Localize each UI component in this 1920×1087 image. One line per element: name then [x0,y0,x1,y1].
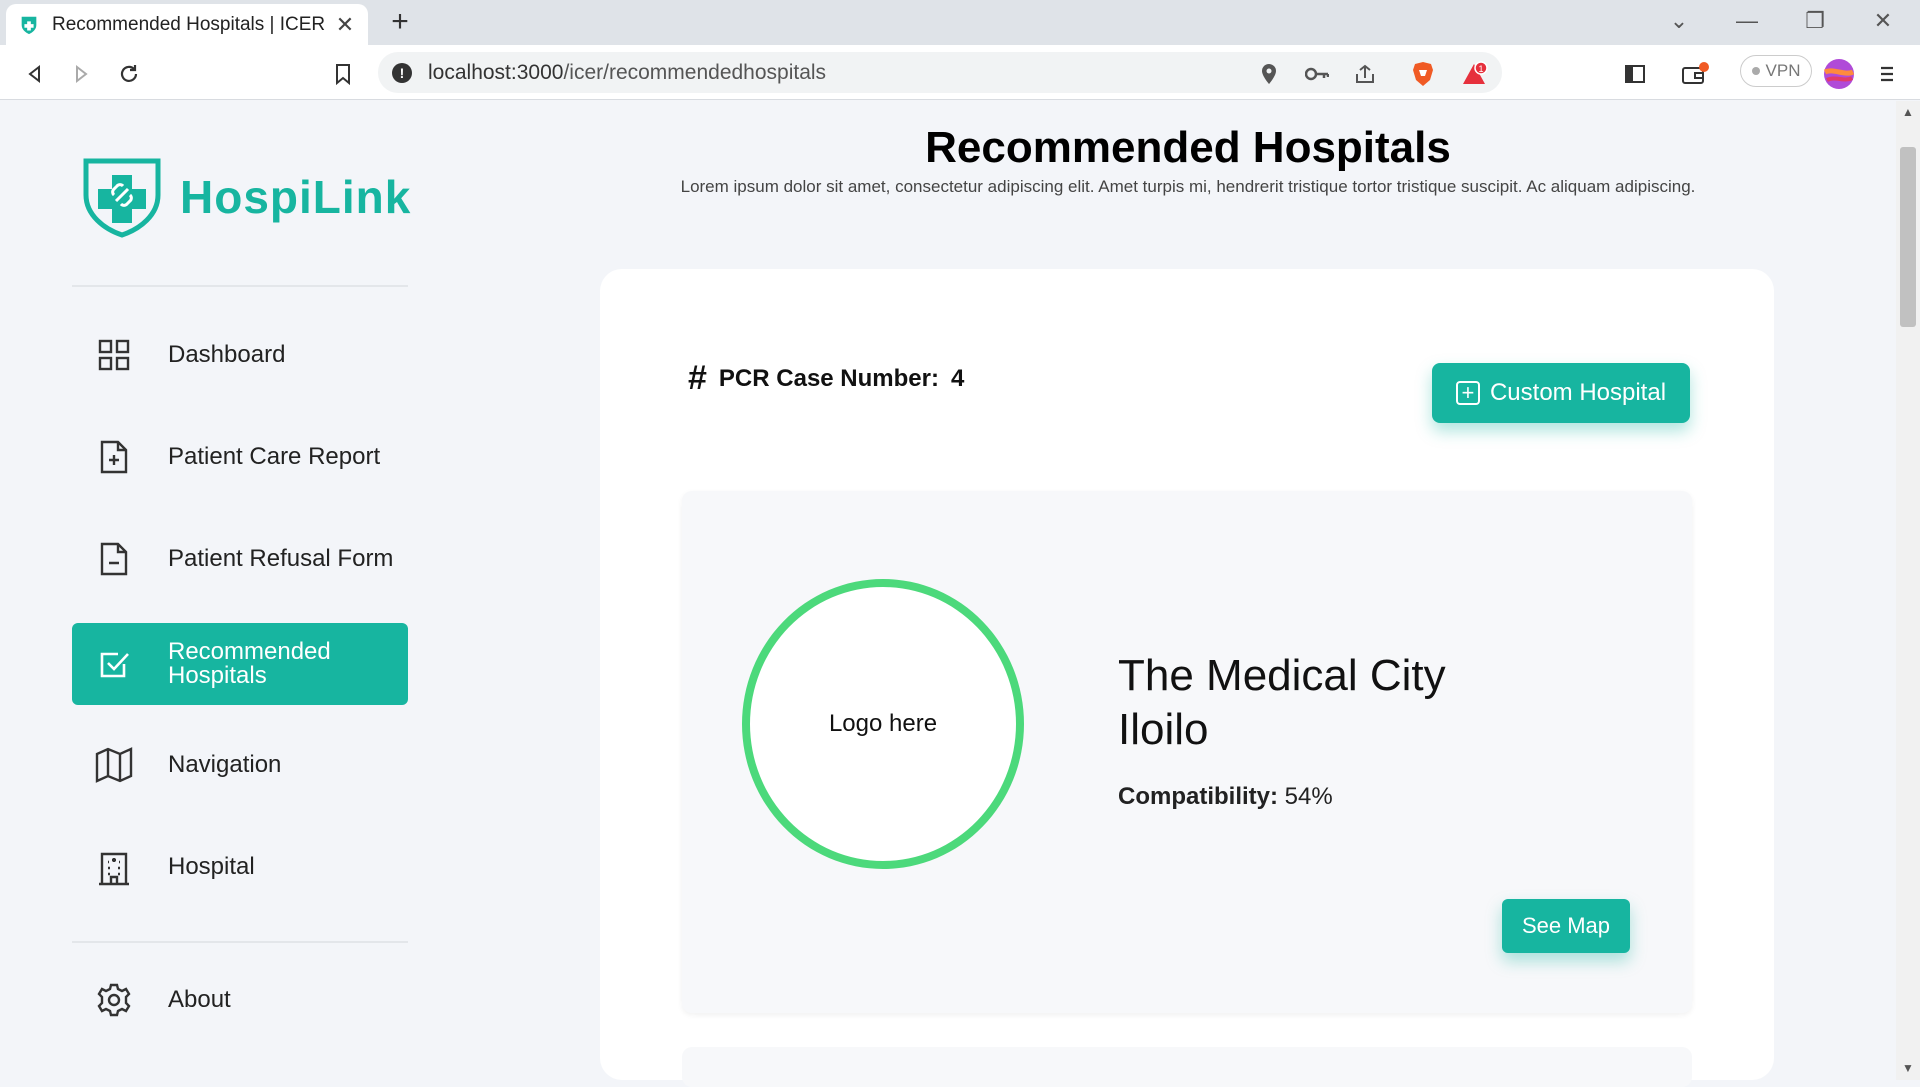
brand-logo[interactable]: HospiLink [80,155,411,239]
url-text: localhost:3000/icer/recommendedhospitals [428,61,826,85]
main-content: Recommended Hospitals Lorem ipsum dolor … [480,101,1896,1087]
sidebar-item-navigation[interactable]: Navigation [72,724,408,806]
building-icon [90,843,138,891]
pcr-number: 4 [950,364,965,392]
location-icon[interactable] [1252,57,1286,91]
sidebar-item-label: Recommended Hospitals [168,638,331,689]
compatibility-label: Compatibility: [1118,783,1278,810]
wallet-icon[interactable] [1678,57,1712,91]
brave-shield-icon[interactable] [1406,57,1440,91]
scrollbar-thumb[interactable] [1900,147,1916,327]
map-icon [90,741,138,789]
gear-icon [90,976,138,1024]
logo-placeholder-text: Logo here [828,710,938,737]
brand-name: HospiLink [180,171,412,223]
custom-hospital-label: Custom Hospital [1489,379,1667,406]
close-window-icon[interactable]: ✕ [1866,8,1900,34]
vpn-status-icon [1751,67,1760,75]
browser-tab[interactable]: Recommended Hospitals | ICER ✕ [6,4,368,45]
sidebar-item-dashboard[interactable]: Dashboard [72,314,408,396]
page-scrollbar[interactable]: ▲ ▼ [1896,101,1920,1080]
vpn-label: VPN [1765,61,1801,80]
sidebar-item-patient-care-report[interactable]: Patient Care Report [72,416,408,498]
hash-icon: # [688,359,707,397]
profile-avatar-icon[interactable] [1822,57,1856,91]
scroll-up-icon[interactable]: ▲ [1902,105,1914,119]
browser-toolbar: ! localhost:3000/icer/recommendedhospita… [0,45,1920,100]
sidebar-item-label: Patient Care Report [168,443,381,470]
browser-tab-bar: Recommended Hospitals | ICER ✕ + ⌄ — ❐ ✕ [0,0,1920,45]
plus-square-icon: + [1455,381,1480,405]
restore-icon[interactable]: ❐ [1798,8,1832,34]
checkbox-icon [90,640,138,688]
sidebar-item-about[interactable]: About [72,959,408,1041]
key-icon[interactable] [1300,57,1334,91]
sidebar-divider [72,941,408,943]
site-info-icon[interactable]: ! [392,62,412,83]
hospital-card [682,1047,1692,1087]
see-map-button[interactable]: See Map [1502,899,1630,953]
grid-icon [90,331,138,379]
sidebar-item-label: About [168,986,231,1013]
sidebar-item-label: Dashboard [168,341,286,368]
sidebar: HospiLink Dashboard Patient Care Report … [0,101,480,1080]
new-tab-button[interactable]: + [384,6,416,38]
hospital-card: Logo here The Medical City Iloilo Compat… [682,491,1692,1013]
tab-title: Recommended Hospitals | ICER [52,13,326,35]
sidebar-divider [72,285,408,287]
page-subtitle: Lorem ipsum dolor sit amet, consectetur … [680,177,1696,196]
tab-search-icon[interactable]: ⌄ [1662,8,1696,34]
back-icon[interactable] [18,57,52,91]
sidebar-item-patient-refusal-form[interactable]: Patient Refusal Form [72,518,408,600]
hospilink-shield-icon [83,158,161,238]
url-host: localhost:3000 [428,60,564,84]
hospital-name: The Medical City Iloilo [1118,651,1446,754]
compatibility-value: 54% [1284,783,1333,810]
url-path: /icer/recommendedhospitals [563,60,827,84]
pcr-case-number: # PCR Case Number: 4 [688,359,964,398]
compatibility: Compatibility: 54% [1118,783,1333,811]
vpn-button[interactable]: VPN [1740,55,1812,87]
file-plus-icon [90,433,138,481]
sidebar-item-hospital[interactable]: Hospital [72,826,408,908]
share-icon[interactable] [1348,57,1382,91]
bookmark-icon[interactable] [326,57,360,91]
forward-icon[interactable] [64,57,98,91]
notification-badge: 1 [1478,64,1483,74]
recommendations-card: # PCR Case Number: 4 + Custom Hospital L… [600,269,1774,1087]
sidebar-item-label: Patient Refusal Form [168,545,394,572]
rewards-icon[interactable]: 1 [1458,57,1492,91]
pcr-label: PCR Case Number: [718,364,939,392]
page-title: Recommended Hospitals [925,123,1451,172]
sidebar-item-label: Hospital [168,853,255,880]
minimize-icon[interactable]: — [1730,8,1764,34]
shield-favicon-icon [21,16,37,34]
close-tab-icon[interactable]: ✕ [334,12,356,38]
file-minus-icon [90,535,138,583]
custom-hospital-button[interactable]: + Custom Hospital [1432,363,1690,423]
sidebar-item-recommended-hospitals[interactable]: Recommended Hospitals [72,623,408,705]
sidebar-toggle-icon[interactable] [1618,57,1652,91]
menu-icon[interactable] [1870,57,1904,91]
sidebar-item-label: Navigation [168,751,282,778]
hospital-logo-placeholder: Logo here [742,579,1024,869]
reload-icon[interactable] [112,57,146,91]
scroll-down-icon[interactable]: ▼ [1902,1061,1914,1075]
